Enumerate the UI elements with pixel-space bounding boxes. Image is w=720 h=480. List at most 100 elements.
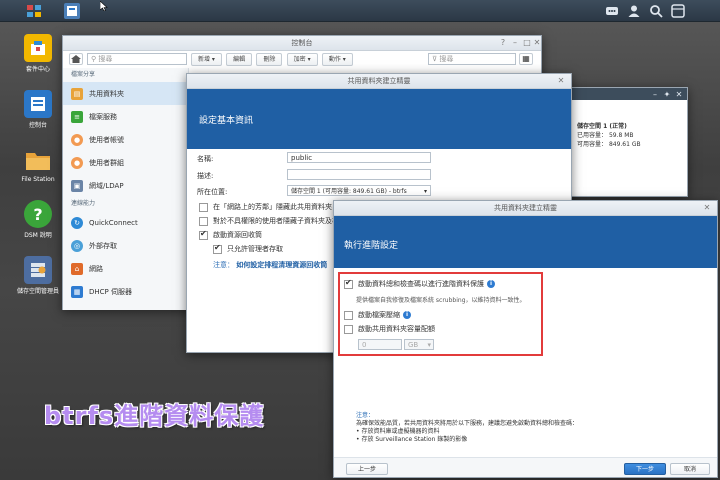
chat-icon[interactable] bbox=[604, 3, 620, 19]
hide-subfolders-checkbox[interactable] bbox=[199, 216, 208, 226]
minimize-icon[interactable]: – bbox=[651, 91, 659, 99]
wizard1-note: 注意： 如何設定排程清理資源回收筒 bbox=[213, 260, 327, 270]
sidebar-item-quickconnect[interactable]: ↻ QuickConnect bbox=[63, 211, 188, 234]
wizard1-heading: 設定基本資訊 bbox=[199, 116, 254, 126]
sidebar-item-label: 網域/LDAP bbox=[89, 181, 124, 190]
storage-free: 可用容量： 849.61 GB bbox=[577, 141, 641, 148]
recycle-schedule-link[interactable]: 如何設定排程清理資源回收筒 bbox=[236, 261, 327, 269]
note-body: 為確保效能品質，若共用資料夾將用於以下服務，建議您避免啟動資料總和檢查碼： bbox=[356, 420, 579, 427]
close-icon[interactable]: ✕ bbox=[703, 204, 711, 212]
note-item: • 存放資料庫或虛擬機器的資料 bbox=[356, 428, 440, 435]
description-input[interactable] bbox=[287, 169, 431, 180]
help-button-icon[interactable]: ? bbox=[499, 39, 507, 47]
mouse-cursor-icon bbox=[99, 0, 108, 12]
cancel-button[interactable]: 取消 bbox=[670, 463, 710, 475]
delete-button[interactable]: 刪除 bbox=[256, 53, 283, 66]
option-label: 在「網路上的芳鄰」隱藏此共用資料夾 bbox=[213, 203, 332, 211]
encrypt-button[interactable]: 加密 ▾ bbox=[286, 53, 318, 66]
file-services-icon: ≡ bbox=[71, 110, 83, 123]
sidebar-item-shared-folder[interactable]: ▤ 共用資料夾 bbox=[63, 82, 188, 105]
minimize-icon[interactable]: – bbox=[511, 39, 519, 47]
storage-used: 已用容量： 59.8 MB bbox=[577, 132, 634, 139]
quota-checkbox[interactable] bbox=[344, 324, 353, 334]
sidebar-item-domain-ldap[interactable]: ▣ 網域/LDAP bbox=[63, 174, 188, 197]
option-label: 只允許管理者存取 bbox=[227, 245, 283, 253]
view-toggle-icon[interactable]: ▦ bbox=[519, 53, 533, 65]
compress-option[interactable]: 啟動檔案壓縮 i bbox=[344, 310, 411, 320]
close-icon[interactable]: ✕ bbox=[533, 39, 541, 47]
close-icon[interactable]: ✕ bbox=[557, 77, 565, 85]
description-label: 描述: bbox=[197, 172, 214, 180]
info-icon[interactable]: i bbox=[403, 311, 411, 319]
sidebar-item-dhcp[interactable]: ▦ DHCP 伺服器 bbox=[63, 280, 188, 303]
wizard1-banner: 設定基本資訊 bbox=[187, 89, 571, 149]
taskbar bbox=[0, 0, 720, 22]
sidebar-section-connectivity: 連線能力 bbox=[71, 200, 96, 207]
group-icon: ● bbox=[71, 156, 83, 169]
pin-icon[interactable]: ✦ bbox=[663, 91, 671, 99]
action-button[interactable]: 動作 ▾ bbox=[321, 53, 353, 66]
shared-folder-icon: ▤ bbox=[71, 87, 83, 100]
desktop-icon-storage-manager[interactable]: 儲存空間管理員 bbox=[10, 256, 66, 295]
recycle-bin-option[interactable]: 啟動資源回收筒 bbox=[199, 229, 262, 240]
quota-unit-select[interactable]: GB ▾ bbox=[404, 339, 434, 350]
note-item: • 存放 Surveillance Station 錄製的影像 bbox=[356, 436, 468, 443]
filter-input[interactable]: ⊽ 搜尋 bbox=[428, 53, 516, 65]
desktop-icon-label: File Station bbox=[21, 176, 55, 183]
control-panel-taskbar-icon[interactable] bbox=[64, 3, 80, 19]
home-button[interactable] bbox=[69, 53, 83, 65]
sidebar-item-label: 外部存取 bbox=[89, 241, 117, 250]
filter-icon: ⊽ bbox=[432, 55, 438, 63]
desktop-icon-dsm-help[interactable]: ? DSM 說明 bbox=[10, 200, 66, 239]
home-icon bbox=[71, 55, 81, 63]
search-icon: ⚲ bbox=[91, 55, 97, 63]
hide-network-checkbox[interactable] bbox=[199, 202, 208, 212]
compress-checkbox[interactable] bbox=[344, 310, 353, 320]
next-button[interactable]: 下一步 bbox=[624, 463, 666, 475]
info-icon[interactable]: i bbox=[487, 280, 495, 288]
hide-subfolders-option[interactable]: 對於不具權限的使用者隱藏子資料夾及檔案 bbox=[199, 216, 346, 226]
desktop-icon-file-station[interactable]: File Station bbox=[10, 146, 66, 183]
back-button[interactable]: 上一步 bbox=[346, 463, 388, 475]
search-icon[interactable] bbox=[648, 3, 664, 19]
quota-input[interactable]: 0 bbox=[358, 339, 402, 350]
close-icon[interactable]: ✕ bbox=[675, 91, 683, 99]
storage-panel-titlebar: – ✦ ✕ bbox=[561, 88, 687, 100]
sidebar-section-file-sharing: 檔案分享 bbox=[71, 71, 96, 78]
user-icon: ● bbox=[71, 133, 83, 146]
hide-network-option[interactable]: 在「網路上的芳鄰」隱藏此共用資料夾 bbox=[199, 202, 332, 212]
checksum-option[interactable]: 啟動資料總和檢查碼以進行進階資料保護i bbox=[344, 278, 495, 289]
edit-button[interactable]: 編輯 bbox=[226, 53, 253, 66]
sidebar: 檔案分享 ▤ 共用資料夾 ≡ 檔案服務 ● 使用者帳號 ● 使用者群組 ▣ 網域… bbox=[63, 68, 189, 310]
sidebar-item-user[interactable]: ● 使用者帳號 bbox=[63, 128, 188, 151]
admin-only-option[interactable]: 只允許管理者存取 bbox=[213, 243, 283, 254]
storage-volume-status: 儲存空間 1 (正常) bbox=[577, 123, 627, 130]
location-select[interactable]: 儲存空間 1 (可用容量: 849.61 GB) - btrfs ▾ bbox=[287, 185, 431, 196]
checksum-checkbox[interactable] bbox=[344, 278, 353, 289]
sidebar-item-file-services[interactable]: ≡ 檔案服務 bbox=[63, 105, 188, 128]
admin-only-checkbox[interactable] bbox=[213, 243, 222, 254]
main-menu-icon[interactable] bbox=[26, 3, 42, 19]
note-title: 注意： bbox=[356, 412, 375, 419]
chevron-down-icon: ▾ bbox=[427, 341, 431, 349]
desktop-icon-control-panel[interactable]: 控制台 bbox=[10, 90, 66, 129]
search-input[interactable]: ⚲ 搜尋 bbox=[87, 53, 187, 65]
dhcp-icon: ▦ bbox=[71, 285, 83, 298]
wizard2-note: 注意： 為確保效能品質，若共用資料夾將用於以下服務，建議您避免啟動資料總和檢查碼… bbox=[356, 412, 578, 444]
sidebar-item-external-access[interactable]: ◎ 外部存取 bbox=[63, 234, 188, 257]
storage-icon bbox=[24, 256, 52, 284]
wizard2-heading: 執行進階設定 bbox=[344, 241, 399, 251]
recycle-bin-checkbox[interactable] bbox=[199, 229, 208, 240]
quota-option[interactable]: 啟動共用資料夾容量配額 bbox=[344, 324, 435, 334]
widgets-icon[interactable] bbox=[670, 3, 686, 19]
sidebar-item-label: DHCP 伺服器 bbox=[89, 287, 132, 296]
user-icon[interactable] bbox=[626, 3, 642, 19]
new-button[interactable]: 新增 ▾ bbox=[191, 53, 222, 66]
sidebar-item-group[interactable]: ● 使用者群組 bbox=[63, 151, 188, 174]
name-input[interactable]: public bbox=[287, 152, 431, 163]
maximize-icon[interactable]: □ bbox=[523, 39, 531, 47]
desktop-icon-package-center[interactable]: 套件中心 bbox=[10, 34, 66, 73]
desktop-icon-label: DSM 說明 bbox=[24, 232, 52, 239]
option-label: 啟動資料總和檢查碼以進行進階資料保護 bbox=[358, 280, 484, 288]
sidebar-item-network[interactable]: ⌂ 網路 bbox=[63, 257, 188, 280]
